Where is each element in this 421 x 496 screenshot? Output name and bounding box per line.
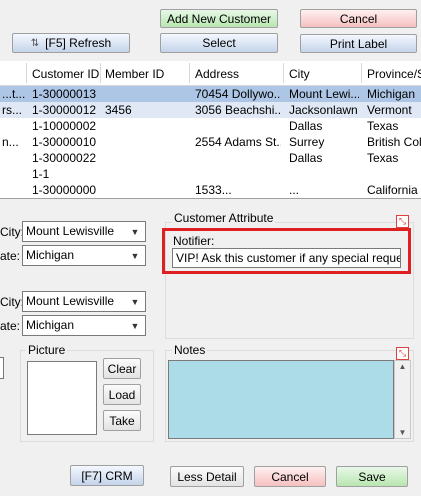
cell-province: Texas: [367, 119, 399, 133]
picture-box: [27, 361, 97, 435]
cell-province: Vermont: [367, 103, 412, 117]
header-separator: [361, 63, 362, 83]
chevron-down-icon: ▼: [130, 320, 140, 331]
cell-city: Dallas: [289, 151, 323, 165]
table-row[interactable]: 1-1: [0, 166, 421, 182]
header-separator: [100, 63, 101, 83]
city-value-1: Mount Lewisville: [26, 224, 115, 238]
cell-customer-id: 1-30000012: [32, 103, 97, 117]
state-dropdown-2[interactable]: Michigan ▼: [22, 315, 146, 336]
clear-picture-button[interactable]: Clear: [103, 358, 141, 379]
cancel-bottom-button[interactable]: Cancel: [254, 466, 326, 487]
table-row[interactable]: rs... 1-30000012 3456 3056 Beachshi... Jacks…: [0, 102, 421, 118]
city-dropdown-2[interactable]: Mount Lewisville ▼: [22, 291, 146, 312]
city-value-2: Mount Lewisville: [26, 294, 115, 308]
picture-title: Picture: [26, 343, 68, 357]
cell-customer-id: 1-30000013: [32, 87, 97, 101]
cell-name: ...t...: [2, 87, 26, 101]
header-separator: [189, 63, 190, 83]
cell-name: rs...: [2, 103, 22, 117]
print-label-button[interactable]: Print Label: [300, 34, 417, 53]
header-province[interactable]: Province/St: [367, 66, 421, 82]
less-detail-button[interactable]: Less Detail: [170, 466, 244, 487]
save-button[interactable]: Save: [336, 466, 408, 487]
cell-city: Surrey: [289, 135, 325, 149]
scroll-down-icon[interactable]: ▼: [395, 428, 410, 437]
cell-city: Dallas: [289, 119, 323, 133]
city-label-2: City:: [0, 295, 24, 309]
cell-address: 3056 Beachshi...: [195, 103, 281, 117]
state-dropdown-1[interactable]: Michigan ▼: [22, 245, 146, 266]
city-dropdown-1[interactable]: Mount Lewisville ▼: [22, 221, 146, 242]
cell-customer-id: 1-1: [32, 167, 50, 181]
refresh-label: [F5] Refresh: [45, 36, 112, 50]
expand-icon[interactable]: ⤡: [396, 347, 409, 360]
cell-name: n...: [2, 135, 19, 149]
cell-member-id: 3456: [105, 103, 132, 117]
table-row[interactable]: 1-10000002 Dallas Texas: [0, 118, 421, 134]
partial-field[interactable]: [0, 357, 4, 379]
state-value-1: Michigan: [26, 248, 75, 262]
refresh-icon: ⇅: [30, 37, 40, 49]
chevron-down-icon: ▼: [130, 296, 140, 307]
header-city[interactable]: City: [289, 66, 359, 82]
cell-city: ...: [289, 183, 300, 197]
scroll-up-icon[interactable]: ▲: [395, 362, 410, 371]
cell-province: Texas: [367, 151, 399, 165]
customer-grid[interactable]: Customer ID Member ID Address City Provi…: [0, 61, 421, 199]
header-separator: [283, 63, 284, 83]
cell-customer-id: 1-30000010: [32, 135, 97, 149]
cell-customer-id: 1-10000002: [32, 119, 97, 133]
notifier-label: Notifier:: [173, 234, 215, 248]
cell-customer-id: 1-30000000: [32, 183, 97, 197]
city-label-1: City:: [0, 225, 24, 239]
header-address[interactable]: Address: [195, 66, 275, 82]
table-row[interactable]: ...t... 1-30000013 70454 Dollywo... Mount L…: [0, 86, 421, 102]
cell-address: 70454 Dollywo...: [195, 87, 281, 101]
crm-button[interactable]: [F7] CRM: [70, 465, 144, 486]
cell-address: 2554 Adams St...: [195, 135, 281, 149]
cancel-top-button[interactable]: Cancel: [300, 9, 417, 28]
state-value-2: Michigan: [26, 318, 75, 332]
chevron-down-icon: ▼: [130, 250, 140, 261]
select-button[interactable]: Select: [160, 33, 278, 53]
expand-icon[interactable]: ⤡: [396, 215, 409, 228]
notes-textarea[interactable]: [168, 360, 394, 439]
notifier-input[interactable]: VIP! Ask this customer if any special re…: [172, 248, 401, 268]
table-row[interactable]: 1-30000000 1533...... California: [0, 182, 421, 198]
state-label-1: ate:: [0, 249, 21, 263]
refresh-button[interactable]: ⇅ [F5] Refresh: [12, 33, 130, 53]
header-separator: [26, 63, 27, 83]
notes-scrollbar[interactable]: ▲ ▼: [394, 360, 411, 439]
load-picture-button[interactable]: Load: [103, 384, 141, 405]
cell-province: Michigan: [367, 87, 416, 101]
cell-city: Mount Lewi...: [289, 87, 359, 101]
table-row[interactable]: 1-30000022 Dallas Texas: [0, 150, 421, 166]
chevron-down-icon: ▼: [130, 226, 140, 237]
cell-address: 1533...: [195, 183, 232, 197]
notes-title: Notes: [172, 343, 208, 357]
cell-customer-id: 1-30000022: [32, 151, 97, 165]
take-picture-button[interactable]: Take: [103, 410, 141, 431]
header-member-id[interactable]: Member ID: [105, 66, 185, 82]
table-row[interactable]: n... 1-30000010 2554 Adams St... Surrey Brit…: [0, 134, 421, 150]
customer-attribute-title: Customer Attribute: [172, 211, 276, 225]
cell-province: British Colum: [367, 135, 421, 149]
header-customer-id[interactable]: Customer ID: [32, 66, 100, 82]
add-new-customer-button[interactable]: Add New Customer: [160, 9, 278, 28]
state-label-2: ate:: [0, 319, 21, 333]
cell-city: Jacksonlawn: [289, 103, 358, 117]
grid-header: Customer ID Member ID Address City Provi…: [0, 61, 421, 86]
cell-province: California: [367, 183, 418, 197]
